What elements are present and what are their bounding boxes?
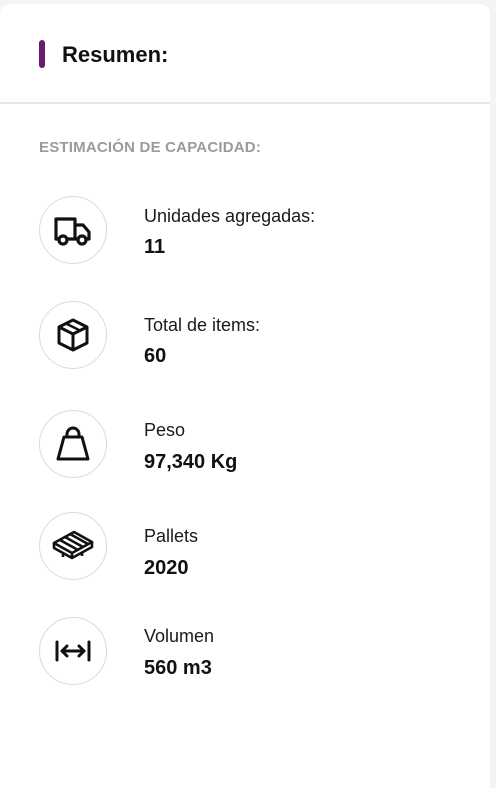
summary-header: Resumen: [0, 4, 490, 104]
capacity-item-units: Unidades agregadas: 11 [39, 196, 469, 268]
box-icon [39, 301, 107, 369]
capacity-item-label: Total de items: [144, 315, 261, 335]
capacity-item-label: Peso [144, 420, 186, 440]
capacity-item-volume: Volumen 560 m3 [39, 617, 469, 689]
weight-icon [39, 410, 107, 478]
capacity-item-weight: Peso 97,340 Kg [39, 410, 469, 482]
title-accent-bar [39, 40, 45, 68]
capacity-item-value: 11 [144, 236, 166, 258]
capacity-item-value: 60 [144, 345, 167, 367]
capacity-item-pallets: Pallets 2020 [39, 512, 469, 584]
summary-title: Resumen: [62, 42, 169, 67]
capacity-item-value: 2020 [144, 557, 189, 579]
pallet-icon [39, 512, 107, 580]
capacity-item-label: Pallets [144, 526, 199, 546]
volume-icon [39, 617, 107, 685]
summary-card: Resumen: ESTIMACIÓN DE CAPACIDAD: Unidad… [0, 4, 490, 788]
capacity-section-label: ESTIMACIÓN DE CAPACIDAD: [39, 139, 262, 156]
truck-icon [39, 196, 107, 264]
capacity-item-value: 560 m3 [144, 657, 212, 679]
capacity-item-value: 97,340 Kg [144, 451, 238, 473]
capacity-item-total-items: Total de items: 60 [39, 301, 469, 373]
capacity-item-label: Volumen [144, 626, 215, 646]
capacity-item-label: Unidades agregadas: [144, 206, 316, 226]
